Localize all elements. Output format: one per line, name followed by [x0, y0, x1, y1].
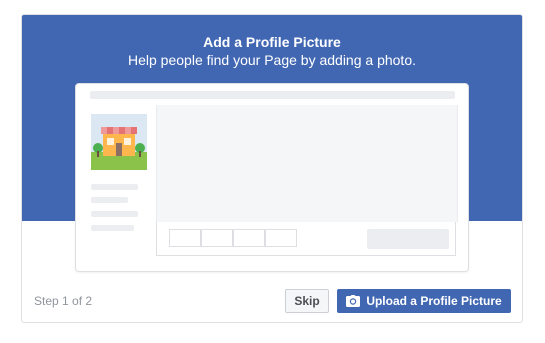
preview-tab: [201, 229, 233, 247]
storefront-icon: [91, 114, 147, 170]
preview-tab: [233, 229, 265, 247]
preview-tab: [265, 229, 297, 247]
skip-button-label: Skip: [294, 294, 320, 308]
dialog-title: Add a Profile Picture: [203, 34, 341, 50]
placeholder-line: [91, 184, 138, 190]
camera-icon: [346, 295, 361, 307]
upload-button-label: Upload a Profile Picture: [366, 294, 502, 308]
preview-cover-area: [156, 105, 458, 222]
profile-picture-dialog: Add a Profile Picture Help people find y…: [21, 14, 523, 323]
preview-tab: [169, 229, 201, 247]
preview-top-bar: [90, 91, 455, 99]
placeholder-line: [91, 197, 128, 203]
step-indicator: Step 1 of 2: [34, 294, 93, 308]
preview-action-bar: [156, 222, 456, 256]
placeholder-line: [91, 225, 134, 231]
preview-button-placeholder: [367, 229, 449, 249]
dialog-subtitle: Help people find your Page by adding a p…: [128, 52, 416, 68]
skip-button[interactable]: Skip: [285, 289, 329, 313]
placeholder-line: [91, 211, 138, 217]
page-preview-illustration: [75, 83, 469, 272]
upload-profile-picture-button[interactable]: Upload a Profile Picture: [337, 289, 511, 313]
